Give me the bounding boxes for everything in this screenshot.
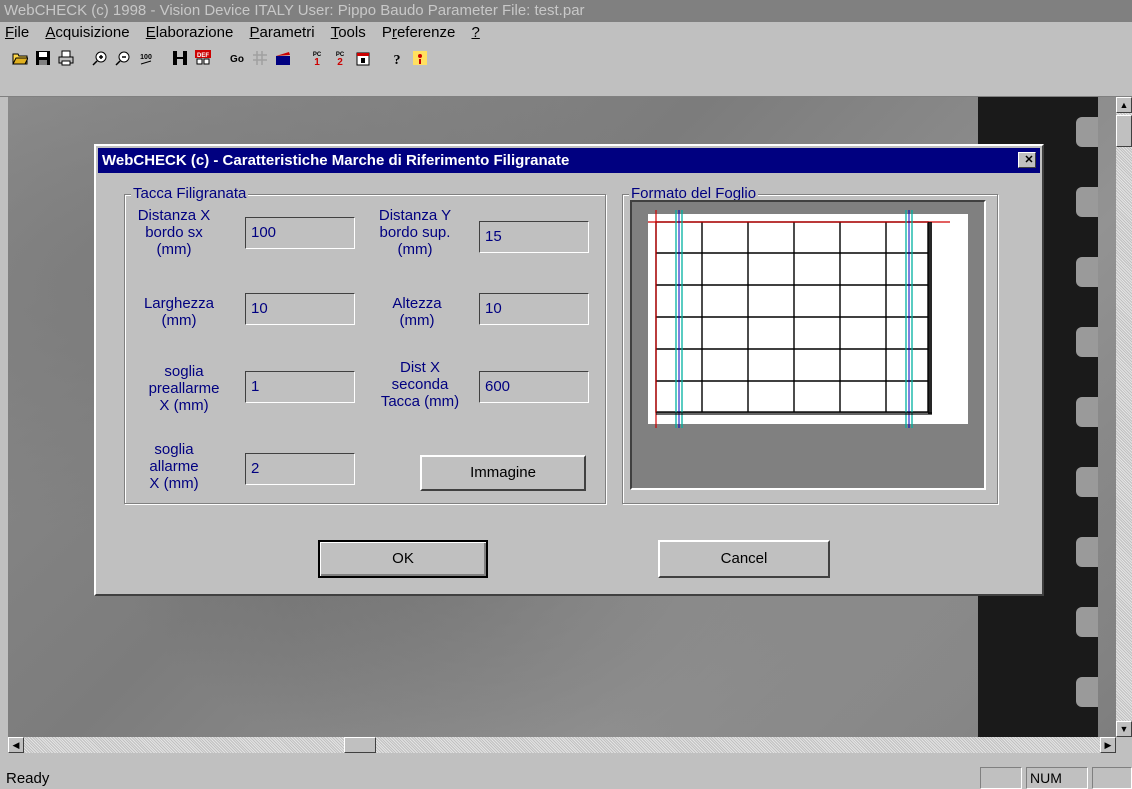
dialog-title-bar: WebCHECK (c) - Caratteristiche Marche di… [98, 148, 1040, 173]
zoom-100-icon: 100 [140, 54, 152, 65]
group-tacca-filigranata: Tacca Filigranata Distanza Xbordo sx (mm)… [124, 185, 606, 504]
status-panel-scroll [1092, 767, 1132, 789]
save-disk-icon [36, 51, 50, 65]
menu-bar: File Acquisizione Elaborazione Parametri… [0, 22, 1132, 44]
close-icon: ✕ [1024, 154, 1034, 166]
zoom-out-button[interactable] [111, 46, 135, 70]
print-button[interactable] [54, 46, 78, 70]
svg-text:2: 2 [337, 57, 343, 66]
about-button[interactable] [408, 46, 432, 70]
open-folder-icon [12, 53, 28, 65]
help-button[interactable]: ? [385, 46, 409, 70]
grid-icon [253, 51, 267, 65]
zoom-in-button[interactable] [88, 46, 112, 70]
zoom-out-icon [115, 51, 130, 66]
go-icon: Go [230, 54, 244, 65]
larghezza-field[interactable]: 10 [245, 293, 355, 325]
menu-parametri[interactable]: Parametri [245, 22, 322, 44]
scroll-down-icon[interactable]: ▼ [1116, 721, 1132, 737]
distx2-field[interactable]: 600 [479, 371, 589, 403]
allarme-field[interactable]: 2 [245, 453, 355, 485]
open-button[interactable] [8, 46, 32, 70]
horizontal-scrollbar[interactable]: ◀ ▶ [8, 737, 1116, 753]
menu-help[interactable]: ? [466, 22, 486, 44]
disty-field[interactable]: 15 [479, 221, 589, 253]
pc1-button[interactable]: PC 1 [305, 46, 329, 70]
sheet-preview [630, 200, 986, 490]
film-frame-icon [173, 51, 187, 65]
horizontal-scroll-thumb[interactable] [344, 737, 376, 753]
vertical-scroll-thumb[interactable] [1116, 115, 1132, 147]
zoom-in-icon [92, 51, 107, 66]
larghezza-label: Larghezza (mm) [143, 295, 215, 329]
scroll-up-icon[interactable]: ▲ [1116, 97, 1132, 113]
svg-text:DEF: DEF [197, 53, 209, 59]
pc2-button[interactable]: PC 2 [328, 46, 352, 70]
reference-marks-dialog: WebCHECK (c) - Caratteristiche Marche di… [94, 144, 1044, 596]
print-icon [58, 50, 74, 66]
menu-file[interactable]: File [0, 22, 36, 44]
immagine-button[interactable]: Immagine [420, 455, 586, 491]
preallarme-field[interactable]: 1 [245, 371, 355, 403]
distx2-label: Dist Xseconda Tacca (mm) [380, 359, 460, 410]
altezza-label: Altezza (mm) [392, 295, 442, 329]
film-frame-button[interactable] [168, 46, 192, 70]
svg-text:Go: Go [230, 54, 244, 65]
calendar-button[interactable] [351, 46, 375, 70]
vertical-scrollbar[interactable]: ▲ ▼ [1116, 97, 1132, 737]
group-label-tacca: Tacca Filigranata [131, 185, 249, 203]
menu-elaborazione[interactable]: Elaborazione [141, 22, 241, 44]
scroll-right-icon[interactable]: ▶ [1100, 737, 1116, 753]
sheet-grid-diagram [648, 210, 968, 428]
zoom-100-button[interactable]: 100 [134, 46, 158, 70]
pc2-icon: PC2 [336, 52, 345, 66]
svg-text:1: 1 [314, 57, 320, 66]
status-num-indicator: NUM [1026, 767, 1088, 789]
menu-preferenze[interactable]: Preferenze [377, 22, 462, 44]
grid-button[interactable] [248, 46, 272, 70]
distx-field[interactable]: 100 [245, 217, 355, 249]
save-button[interactable] [31, 46, 55, 70]
def-icon: DEF [195, 50, 211, 65]
svg-text:?: ? [394, 53, 401, 66]
help-icon: ? [394, 53, 401, 66]
status-bar [0, 760, 1132, 789]
distx-label: Distanza Xbordo sx (mm) [137, 207, 211, 258]
window-title: WebCHECK (c) 1998 - Vision Device ITALY … [4, 2, 585, 19]
toolbar: 100 DEF Go PC 1 PC 2 ? [0, 46, 1132, 97]
allarme-label: soglia allarme X (mm) [149, 441, 199, 492]
altezza-field[interactable]: 10 [479, 293, 589, 325]
menu-tools[interactable]: Tools [326, 22, 373, 44]
cancel-button[interactable]: Cancel [658, 540, 830, 578]
dialog-title: WebCHECK (c) - Caratteristiche Marche di… [102, 152, 570, 169]
calendar-icon [356, 52, 370, 66]
status-panel-empty [980, 767, 1022, 789]
scroll-left-icon[interactable]: ◀ [8, 737, 24, 753]
status-text: Ready [6, 770, 50, 787]
def-button[interactable]: DEF [191, 46, 215, 70]
close-button[interactable]: ✕ [1018, 152, 1036, 168]
ok-button[interactable]: OK [318, 540, 488, 578]
clapper-button[interactable] [271, 46, 295, 70]
window-title-bar: WebCHECK (c) 1998 - Vision Device ITALY … [0, 0, 1132, 22]
preallarme-label: soglia preallarme X (mm) [148, 363, 220, 414]
menu-acquisizione[interactable]: Acquisizione [40, 22, 136, 44]
pc1-icon: PC1 [313, 52, 322, 66]
svg-text:100: 100 [140, 54, 152, 61]
disty-label: Distanza Ybordo sup. (mm) [378, 207, 452, 258]
about-icon [413, 51, 427, 65]
clapper-icon [276, 52, 290, 65]
go-button[interactable]: Go [225, 46, 249, 70]
